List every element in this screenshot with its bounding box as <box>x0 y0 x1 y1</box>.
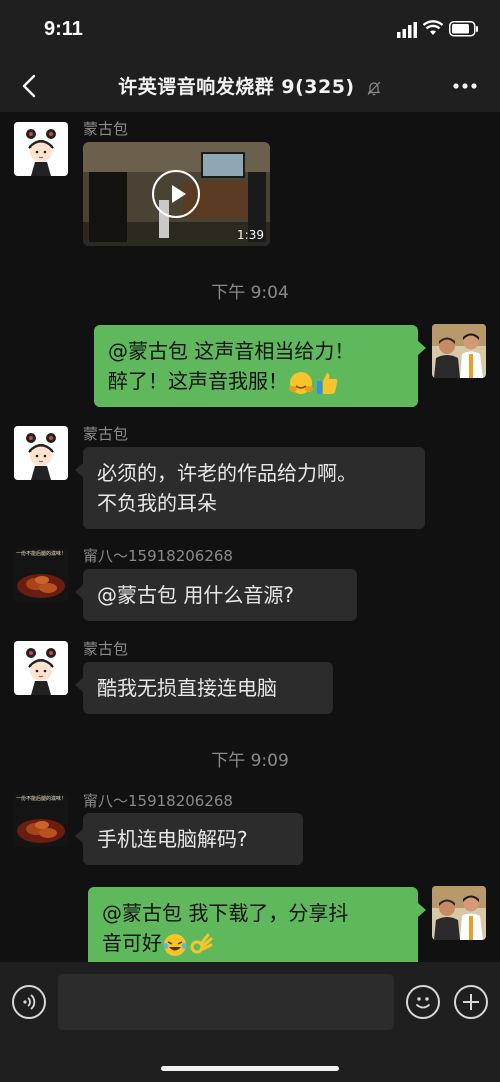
video-thumbnail[interactable]: 1:39 <box>83 142 270 246</box>
chat-title: 许英谔音响发烧群 9(325) <box>118 76 355 98</box>
avatar-caption: 一份不能后腿的滋味！ <box>16 551 67 557</box>
voice-input-icon[interactable] <box>12 985 46 1019</box>
message-bubble-received[interactable]: 酷我无损直接连电脑 <box>75 662 333 714</box>
message-text-line: 必须的，许老的作品给力啊。 <box>97 461 357 485</box>
cartoon-girl-avatar-icon <box>14 122 68 176</box>
message-text-line: @蒙古包 这声音相当给力！ <box>108 339 355 363</box>
mute-bell-icon <box>367 81 381 95</box>
message-bubble-sent[interactable]: @蒙古包 我下载了，分享抖 音可好 <box>88 887 426 962</box>
sender-name: 蒙古包 <box>83 425 129 443</box>
voice-waves-icon <box>23 994 36 1010</box>
hugging-face-emoji-icon <box>289 371 313 394</box>
sender-name: 甯八～15918206268 <box>83 547 233 565</box>
avatar-ningba[interactable]: 一份不能后腿的滋味！ <box>14 548 68 602</box>
ok-hand-emoji-icon <box>190 933 213 953</box>
emoji-button-icon[interactable] <box>406 985 440 1019</box>
message-text-line: 不负我的耳朵 <box>97 491 217 515</box>
avatar-menggubao[interactable] <box>14 122 68 176</box>
message-text: @蒙古包 用什么音源? <box>97 583 294 607</box>
sender-name: 甯八～15918206268 <box>83 792 233 810</box>
chat-title-wrap: 许英谔音响发烧群 9(325) <box>0 72 500 99</box>
smiley-face-icon <box>416 997 430 1009</box>
message-text-line-with-emoji: 音可好 <box>102 928 404 958</box>
two-men-photo-avatar-icon <box>432 324 486 378</box>
status-time: 9:11 <box>44 18 83 40</box>
wifi-icon <box>423 20 443 35</box>
battery-icon <box>449 21 478 37</box>
cellular-signal-icon <box>397 22 417 38</box>
timestamp: 下午 9:04 <box>211 283 289 303</box>
home-indicator[interactable] <box>161 1066 339 1071</box>
cartoon-girl-avatar-icon <box>14 426 68 480</box>
play-icon[interactable] <box>152 170 200 218</box>
message-text-line: 音可好 <box>102 931 162 955</box>
timestamp: 下午 9:09 <box>211 751 289 771</box>
avatar-menggubao[interactable] <box>14 641 68 695</box>
message-text: 酷我无损直接连电脑 <box>97 676 277 700</box>
sender-name: 蒙古包 <box>83 120 129 138</box>
message-text-line: 醉了！这声音我服！ <box>108 369 288 393</box>
sender-name: 蒙古包 <box>83 640 129 658</box>
chat-header: 许英谔音响发烧群 9(325) <box>0 60 500 112</box>
avatar-self[interactable] <box>432 886 486 940</box>
avatar-ningba[interactable]: 一份不能后腿的滋味！ <box>14 793 68 847</box>
avatar-menggubao[interactable] <box>14 426 68 480</box>
more-options-icon[interactable] <box>452 76 478 96</box>
message-text-line: @蒙古包 我下载了，分享抖 <box>102 901 349 925</box>
laughing-crying-emoji-icon <box>164 933 186 956</box>
add-attachment-icon[interactable] <box>454 985 488 1019</box>
thumbs-up-emoji-icon <box>317 372 338 394</box>
video-duration: 1:39 <box>237 228 264 242</box>
message-text-line-with-emoji: 醉了！这声音我服！ <box>108 366 404 396</box>
avatar-self[interactable] <box>432 324 486 378</box>
two-men-photo-avatar-icon <box>432 886 486 940</box>
cartoon-girl-avatar-icon <box>14 641 68 695</box>
message-input[interactable] <box>58 974 394 1030</box>
composer-bar <box>0 962 500 1082</box>
message-bubble-received[interactable]: 必须的，许老的作品给力啊。 不负我的耳朵 <box>75 447 425 529</box>
message-text: 手机连电脑解码? <box>97 827 248 851</box>
message-bubble-received[interactable]: 手机连电脑解码? <box>75 813 303 865</box>
message-bubble-sent[interactable]: @蒙古包 这声音相当给力！ 醉了！这声音我服！ <box>94 325 426 407</box>
message-bubble-received[interactable]: @蒙古包 用什么音源? <box>75 569 357 621</box>
avatar-caption: 一份不能后腿的滋味！ <box>16 796 67 802</box>
status-bar: 9:11 <box>0 0 500 60</box>
message-list[interactable]: 蒙古包 1:39 下午 9:04 @蒙古包 这声音相当给力！ 醉了！这声音我服！… <box>0 112 500 962</box>
